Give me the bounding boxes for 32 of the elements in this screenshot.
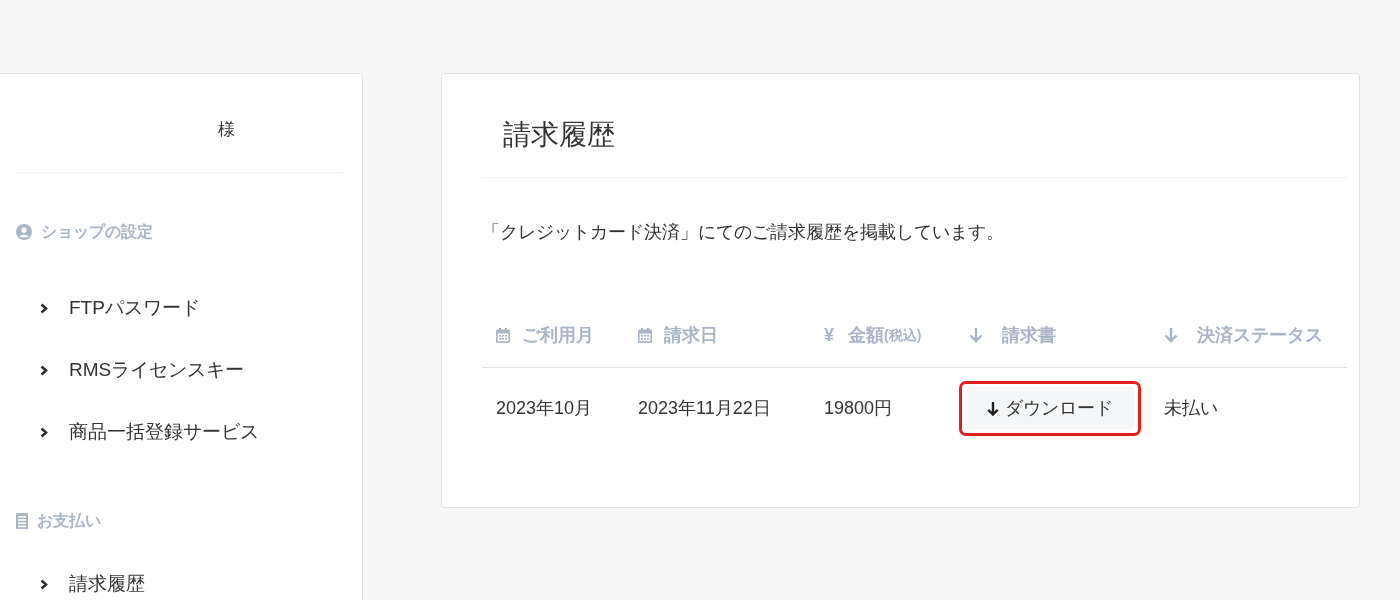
- section-heading: ショップの設定: [41, 222, 153, 242]
- column-header: 金額: [848, 324, 884, 347]
- yen-icon: ¥: [824, 323, 834, 347]
- column-header: 請求書: [1002, 324, 1056, 347]
- chevron-right-icon: [40, 302, 48, 314]
- down-arrow-icon: [969, 327, 983, 343]
- page-title: 請求履歴: [502, 118, 616, 152]
- chevron-right-icon: [40, 426, 48, 438]
- down-arrow-icon: [987, 400, 999, 416]
- column-header: 請求日: [664, 324, 718, 347]
- description-text: 「クレジットカード決済」にてのご請求履歴を掲載しています。: [482, 221, 1005, 244]
- customer-name-suffix: 様: [218, 119, 235, 141]
- sidebar-link[interactable]: 請求履歴: [40, 572, 145, 596]
- section-heading: お支払い: [37, 511, 101, 531]
- column-header: 決済ステータス: [1197, 324, 1323, 347]
- calendar-icon: [638, 327, 652, 343]
- user-circle-icon: [16, 224, 32, 240]
- chevron-right-icon: [40, 364, 48, 376]
- table-cell: 未払い: [1164, 398, 1218, 418]
- list-icon: [16, 513, 28, 529]
- sidebar-link[interactable]: RMSライセンスキー: [40, 358, 245, 382]
- tax-note: (税込): [884, 327, 922, 343]
- column-header: ご利用月: [522, 324, 594, 347]
- chevron-right-icon: [40, 578, 48, 590]
- sidebar-link[interactable]: FTPパスワード: [40, 296, 200, 320]
- sidebar-link[interactable]: 商品一括登録サービス: [40, 420, 259, 444]
- table-cell: 2023年10月: [496, 398, 593, 418]
- table-cell: 19800円: [824, 398, 893, 418]
- calendar-icon: [496, 327, 510, 343]
- table-cell: 2023年11月22日: [638, 398, 771, 418]
- down-arrow-icon: [1164, 327, 1178, 343]
- download-button[interactable]: ダウンロード: [966, 387, 1134, 429]
